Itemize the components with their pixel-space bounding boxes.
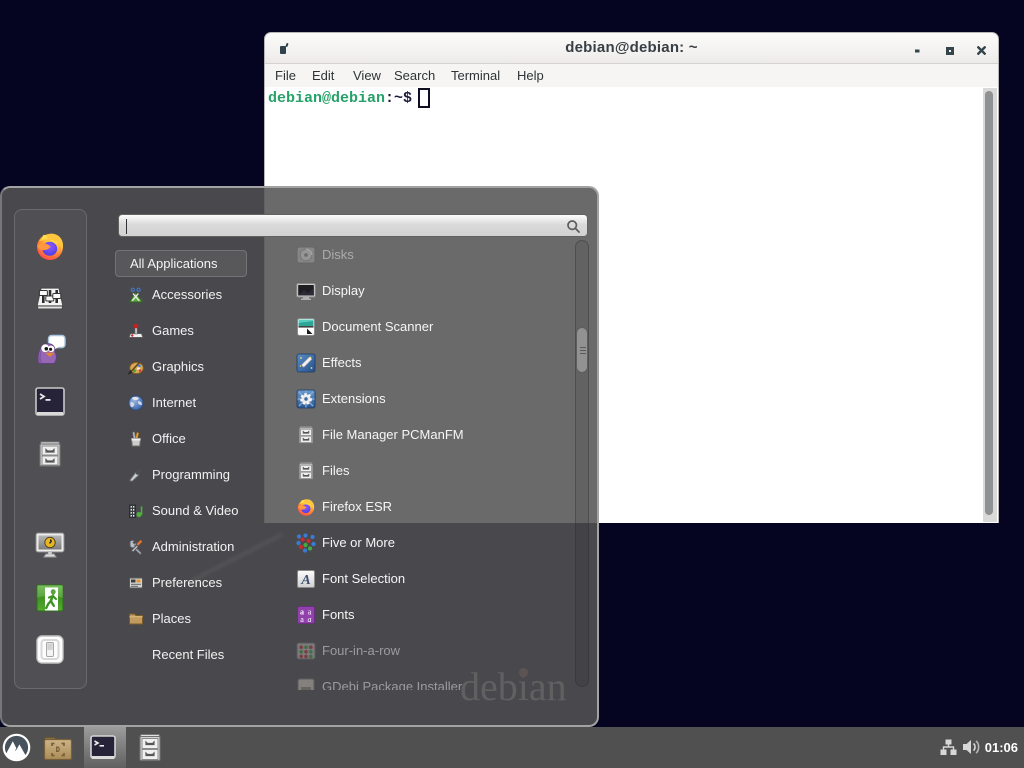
- svg-text:a: a: [300, 615, 304, 624]
- svg-text:A: A: [300, 573, 310, 588]
- svg-text:a: a: [308, 615, 312, 624]
